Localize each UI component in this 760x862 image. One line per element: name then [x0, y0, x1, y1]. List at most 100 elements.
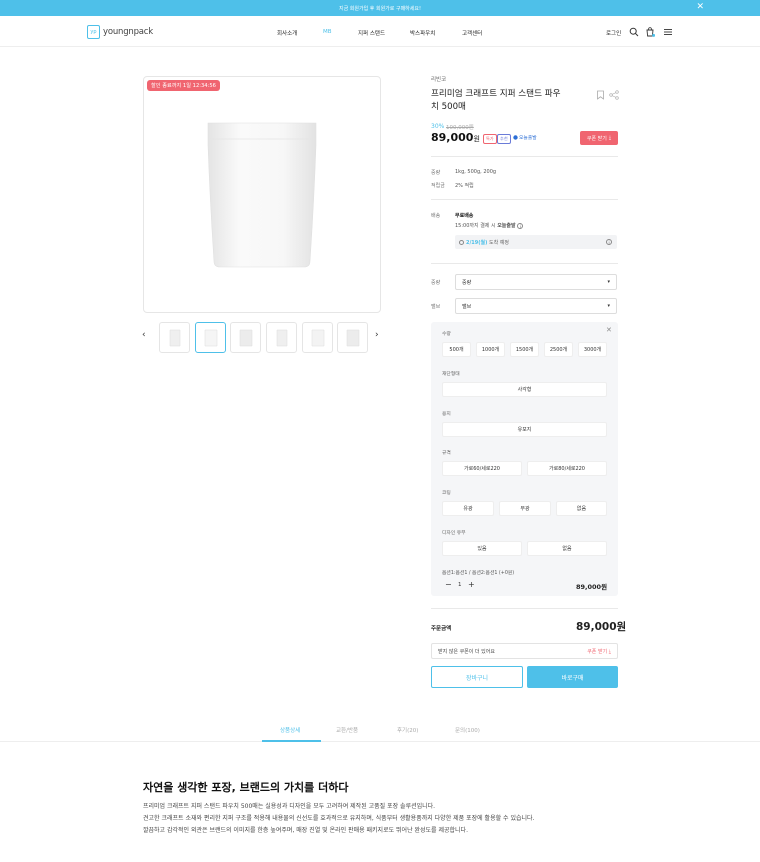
point-label: 적립금 — [431, 183, 445, 189]
coating-option[interactable]: 무광 — [499, 501, 551, 516]
design-option[interactable]: 없음 — [527, 541, 607, 556]
size-option[interactable]: 가로60/세로220 — [442, 461, 522, 476]
shipping-note-strong: 오늘출발 — [497, 223, 516, 229]
discount-rate: 30% — [431, 123, 445, 130]
logo-mark: yp — [87, 24, 100, 39]
info-icon[interactable]: i — [606, 239, 612, 245]
shipping-note-text: 15:00까지 결제 시 — [455, 223, 496, 229]
add-to-cart-button[interactable]: 장바구니 — [431, 666, 523, 688]
brand-name[interactable]: 리빈코 — [431, 75, 446, 83]
coating-label: 코팅 — [442, 491, 451, 496]
chevron-down-icon: ▾ — [607, 279, 610, 285]
price-unit: 원 — [473, 135, 480, 143]
top-banner: 지금 회원가입 후 회원가로 구매하세요! ✕ — [0, 0, 760, 16]
bookmark-icon[interactable] — [596, 90, 605, 100]
shipping-label: 배송 — [431, 213, 441, 219]
sale-price-value: 89,000 — [431, 131, 474, 144]
gallery-next-arrow[interactable]: › — [375, 330, 379, 340]
qty-option[interactable]: 3000개 — [578, 342, 607, 357]
recommend-badge: 추천 — [497, 134, 511, 144]
selected-summary: 옵션1:옵션1 / 옵션2:옵션1 (+0원) — [442, 571, 515, 576]
weight-value: 1kg, 500g, 200g — [455, 169, 497, 175]
coupon-button[interactable]: 쿠폰 받기 ⤓ — [580, 131, 618, 145]
size-option[interactable]: 가로80/세로220 — [527, 461, 607, 476]
divider — [431, 263, 618, 264]
cart-icon[interactable] — [645, 27, 655, 37]
thumbnail-2[interactable] — [195, 322, 226, 353]
coating-option[interactable]: 유광 — [442, 501, 494, 516]
valve-select[interactable]: 밸브 ▾ — [455, 298, 617, 314]
weight-label: 중량 — [431, 170, 441, 176]
qty-option[interactable]: 1000개 — [476, 342, 505, 357]
divider — [431, 156, 618, 157]
logo-text: youngnpack — [103, 26, 153, 37]
menu-icon[interactable] — [663, 27, 673, 37]
total-price: 89,000원 — [576, 621, 627, 633]
nav-mb[interactable]: MB — [323, 29, 332, 35]
unclaimed-coupon-bar[interactable]: 받지 않은 쿠폰이 더 있어요 쿠폰 받기 ⤓ — [431, 643, 618, 659]
thumbnail-3[interactable] — [230, 322, 261, 353]
divider — [431, 608, 618, 609]
pouch-image — [207, 122, 317, 268]
free-shipping: 무료배송 — [455, 213, 474, 219]
delivery-suffix: 도착 예정 — [489, 239, 510, 246]
coating-option[interactable]: 없음 — [556, 501, 607, 516]
gallery-prev-arrow[interactable]: ‹ — [142, 330, 146, 340]
type-option[interactable]: 사각형 — [442, 382, 607, 397]
option-line-price: 89,000원 — [576, 583, 608, 591]
nav-customer-center[interactable]: 고객센터 — [462, 29, 482, 37]
valve-select-value: 밸브 — [462, 303, 472, 310]
today-ship-badge: 오늘출발 — [513, 134, 537, 141]
qty-option[interactable]: 1500개 — [510, 342, 539, 357]
nav-company[interactable]: 회사소개 — [277, 29, 297, 37]
download-icon: ⤓ — [608, 135, 612, 141]
total-label: 주문금액 — [431, 626, 452, 632]
design-option[interactable]: 있음 — [442, 541, 522, 556]
thumbnail-1[interactable] — [159, 322, 190, 353]
qty-option[interactable]: 2500개 — [544, 342, 573, 357]
clock-icon — [513, 135, 518, 140]
product-title: 프리미엄 크래프트 지퍼 스탠드 파우치 500매 — [431, 89, 561, 112]
qty-minus-button[interactable]: − — [445, 580, 452, 589]
design-label: 디자인 유무 — [442, 531, 466, 536]
thumbnail-5[interactable] — [302, 322, 333, 353]
banner-text[interactable]: 지금 회원가입 후 회원가로 구매하세요! — [339, 5, 421, 12]
tab-inquiry[interactable]: 문의(100) — [455, 726, 480, 734]
qty-count[interactable]: 1 — [458, 582, 462, 588]
timer-badge: 할인 종료까지 1일 12:34:56 — [147, 80, 220, 91]
thumbnail-4[interactable] — [266, 322, 297, 353]
coupon-bar-action-label: 쿠폰 받기 — [587, 649, 608, 655]
buy-now-button[interactable]: 바로구매 — [527, 666, 618, 688]
original-price: 100,000원 — [446, 125, 474, 131]
clock-icon — [459, 239, 464, 245]
coupon-button-label: 쿠폰 받기 — [586, 135, 607, 142]
share-icon[interactable] — [609, 90, 619, 100]
select-valve-label: 밸브 — [431, 304, 441, 310]
delivery-estimate: 2/19(월) 도착 예정 i — [455, 235, 617, 249]
sale-price: 89,000원 — [431, 131, 480, 144]
active-tab-underline — [262, 740, 321, 742]
material-option[interactable]: 유포지 — [442, 422, 607, 437]
tab-exchange[interactable]: 교환/반품 — [336, 726, 358, 734]
material-label: 용지 — [442, 412, 451, 417]
qty-option[interactable]: 500개 — [442, 342, 471, 357]
search-icon[interactable] — [629, 27, 639, 37]
point-value: 2% 적립 — [455, 183, 474, 189]
tab-reviews[interactable]: 후기(20) — [397, 726, 418, 734]
select-weight-label: 중량 — [431, 280, 441, 286]
thumbnail-6[interactable] — [337, 322, 368, 353]
qty-plus-button[interactable]: + — [468, 580, 475, 589]
close-icon[interactable]: ✕ — [696, 3, 704, 12]
download-icon: ⤓ — [608, 649, 611, 655]
logo[interactable]: yp youngnpack — [87, 24, 153, 39]
coupon-bar-action[interactable]: 쿠폰 받기 ⤓ — [587, 648, 611, 655]
nav-box-pouch[interactable]: 박스파우치 — [410, 29, 435, 37]
today-ship-text: 오늘출발 — [519, 136, 537, 141]
shipping-note: 15:00까지 결제 시 오늘출발 i — [455, 222, 524, 229]
info-icon[interactable]: i — [517, 222, 524, 229]
weight-select[interactable]: 중량 ▾ — [455, 274, 617, 290]
tab-detail[interactable]: 상품상세 — [280, 726, 300, 734]
login-link[interactable]: 로그인 — [606, 29, 621, 37]
nav-zipper-stand[interactable]: 지퍼 스탠드 — [358, 29, 385, 37]
close-icon[interactable]: ✕ — [606, 326, 612, 334]
